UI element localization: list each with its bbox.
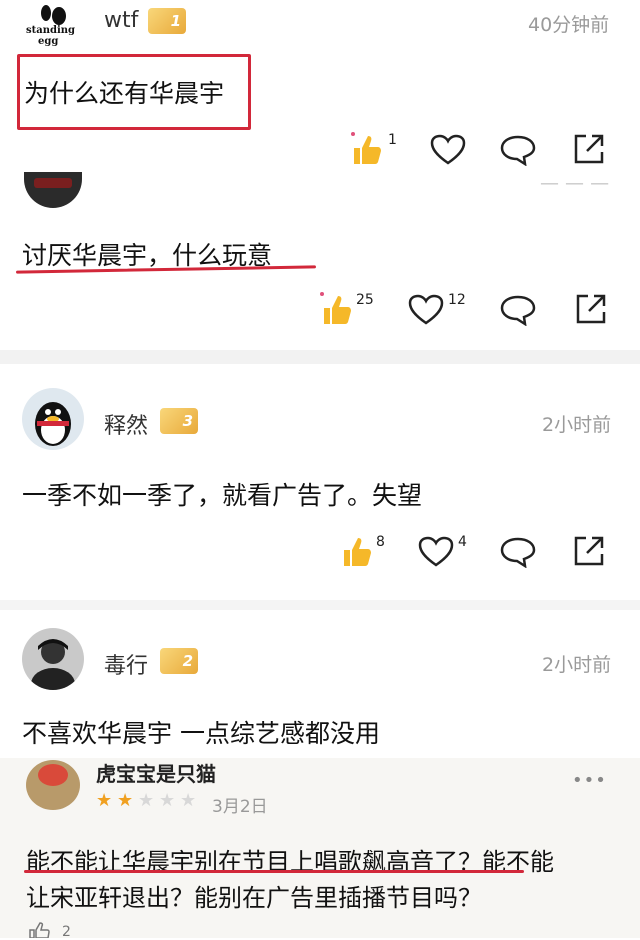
highlight-underline [24, 870, 524, 873]
penguin-avatar-icon [35, 402, 71, 446]
username[interactable]: 释然 [104, 408, 148, 440]
heart-count: 12 [448, 292, 466, 308]
review-card: 虎宝宝是只猫 ••• ★ ★ ★ ★ ★ 3月2日 能不能让华晨宇别在节目上唱歌飙高音了… [0, 758, 640, 940]
svg-text:egg: egg [38, 36, 58, 46]
comment-icon[interactable] [500, 536, 536, 568]
avatar[interactable] [24, 172, 82, 208]
comment-actions: 25 12 [312, 288, 622, 328]
username[interactable]: 毒行 [104, 648, 148, 680]
timestamp: 2小时前 [542, 414, 612, 436]
user-level-badge: 1 [148, 8, 186, 34]
heart-icon[interactable] [418, 536, 454, 568]
username[interactable]: 虎宝宝是只猫 [96, 758, 216, 787]
review-date: 3月2日 [212, 797, 268, 817]
comment-text: 不喜欢华晨宇 一点综艺感都没用 [22, 719, 380, 748]
star-icon: ★ [159, 790, 176, 811]
divider [0, 350, 640, 364]
standing-egg-logo: standing egg [26, 5, 75, 46]
user-level-badge: 2 [160, 648, 198, 674]
heart-icon[interactable] [430, 134, 466, 166]
comment-icon[interactable] [500, 134, 536, 166]
username[interactable]: wtf [104, 8, 138, 33]
timestamp: 40分钟前 [528, 14, 610, 36]
svg-text:standing: standing [26, 25, 75, 36]
star-rating: ★ ★ ★ ★ ★ [96, 790, 206, 812]
avatar[interactable] [22, 388, 84, 450]
timestamp: 2小时前 [542, 654, 612, 676]
star-icon: ★ [138, 790, 155, 811]
thumb-up-icon[interactable] [28, 922, 54, 938]
share-icon[interactable] [572, 534, 606, 568]
comment-icon[interactable] [500, 294, 536, 326]
comment-text: 一季不如一季了，就看广告了。失望 [22, 481, 423, 510]
more-icon[interactable]: ••• [572, 770, 607, 791]
heart-count: 4 [458, 534, 467, 550]
user-level-badge: 3 [160, 408, 198, 434]
star-icon: ★ [117, 790, 134, 811]
timestamp-cropped: — — — [540, 172, 610, 194]
star-icon: ★ [180, 790, 197, 811]
heart-icon[interactable] [408, 294, 444, 326]
person-avatar-icon [31, 639, 75, 690]
comment-actions: 8 4 [330, 530, 620, 570]
thumb-up-icon[interactable] [348, 132, 384, 168]
thumb-up-icon[interactable] [338, 534, 374, 570]
share-icon[interactable] [574, 292, 608, 326]
divider [0, 600, 640, 610]
like-count: 1 [388, 132, 397, 148]
share-icon[interactable] [572, 132, 606, 166]
review-text-line2: 让宋亚轩退出？能别在广告里插播节目吗？ [26, 884, 482, 912]
thumb-up-icon[interactable] [318, 292, 354, 328]
comment-actions: 1 [340, 128, 620, 168]
avatar[interactable]: standing egg [24, 0, 82, 46]
star-icon: ★ [96, 790, 113, 811]
like-count: 25 [356, 292, 374, 308]
comment-text: 为什么还有华晨宇 [24, 79, 225, 108]
avatar[interactable] [26, 760, 80, 810]
like-count: 8 [376, 534, 385, 550]
avatar[interactable] [22, 628, 84, 690]
